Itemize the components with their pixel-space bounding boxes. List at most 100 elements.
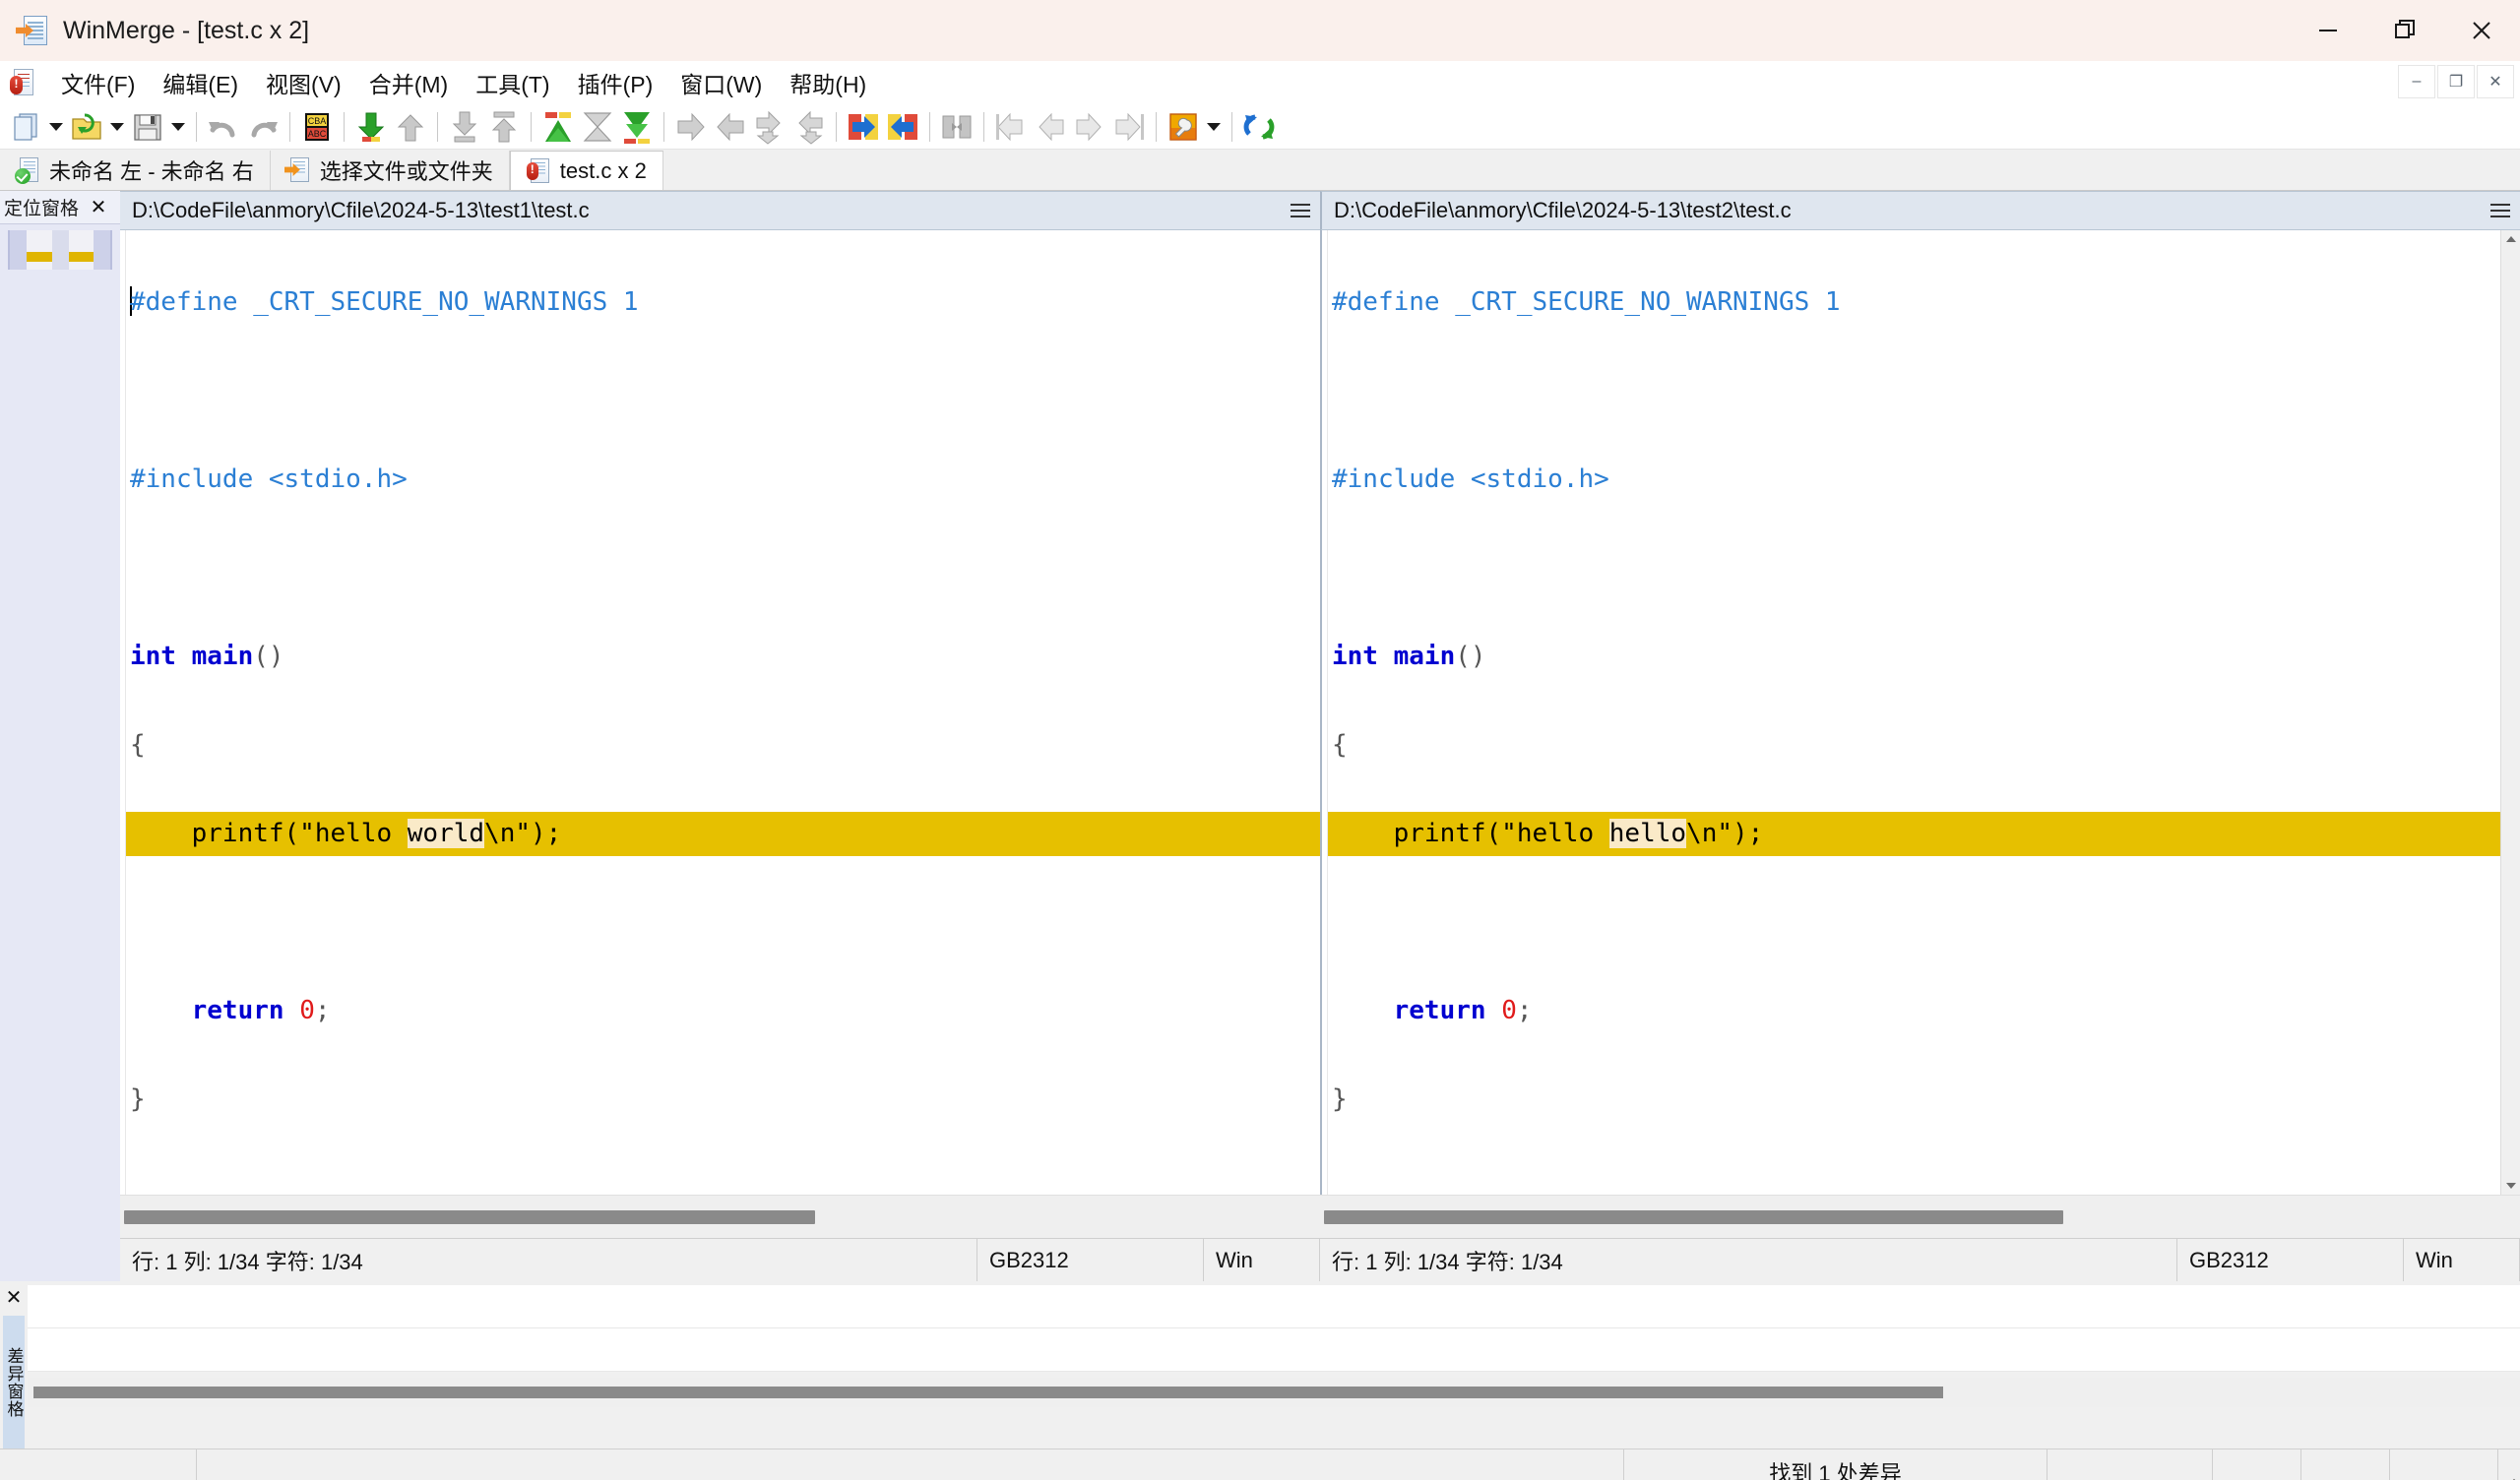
first-diff-nav-icon[interactable] bbox=[992, 108, 1030, 146]
current-difference-icon[interactable] bbox=[579, 108, 616, 146]
copy-left-up-icon[interactable] bbox=[392, 108, 429, 146]
menu-edit[interactable]: 编辑(E) bbox=[149, 61, 252, 104]
difference-horizontal-scrollbar[interactable] bbox=[28, 1378, 2520, 1407]
left-encoding[interactable]: GB2312 bbox=[977, 1239, 1204, 1281]
right-vertical-scrollbar[interactable] bbox=[2500, 230, 2520, 1195]
locator-pane: 定位窗格 ✕ bbox=[0, 191, 120, 1281]
difference-row[interactable] bbox=[28, 1328, 2520, 1372]
minimap-right[interactable] bbox=[68, 230, 94, 270]
mdi-restore-button[interactable]: ❐ bbox=[2437, 65, 2475, 98]
next-diff-nav-icon[interactable] bbox=[1071, 108, 1108, 146]
right-encoding[interactable]: GB2312 bbox=[2177, 1239, 2404, 1281]
left-eol-style[interactable]: Win bbox=[1204, 1239, 1320, 1281]
compare-text-icon[interactable]: CBA ABC bbox=[298, 108, 336, 146]
mdi-minimize-button[interactable]: – bbox=[2398, 65, 2435, 98]
first-difference-icon[interactable] bbox=[539, 108, 577, 146]
restore-button[interactable] bbox=[2366, 0, 2443, 61]
difference-pane-body bbox=[28, 1281, 2520, 1449]
next-difference-icon[interactable] bbox=[672, 108, 710, 146]
pane-menu-icon[interactable] bbox=[2481, 203, 2520, 218]
scroll-up-icon[interactable] bbox=[2501, 230, 2520, 248]
copy-right-to-icon[interactable] bbox=[446, 108, 483, 146]
resize-grip-icon[interactable] bbox=[2498, 1449, 2520, 1480]
right-file-path[interactable]: D:\CodeFile\anmory\Cfile\2024-5-13\test2… bbox=[1322, 198, 2481, 223]
tab-untitled-compare[interactable]: 未命名 左 - 未命名 右 bbox=[0, 151, 271, 190]
menu-window[interactable]: 窗口(W) bbox=[666, 61, 776, 104]
menu-help[interactable]: 帮助(H) bbox=[776, 61, 880, 104]
mdi-close-button[interactable]: ✕ bbox=[2477, 65, 2514, 98]
new-compare-icon[interactable] bbox=[7, 108, 44, 146]
close-button[interactable] bbox=[2443, 0, 2520, 61]
menu-view[interactable]: 视图(V) bbox=[252, 61, 355, 104]
menu-tools[interactable]: 工具(T) bbox=[462, 61, 563, 104]
difference-pane-close-icon[interactable]: ✕ bbox=[6, 1285, 23, 1310]
menu-plugins[interactable]: 插件(P) bbox=[564, 61, 667, 104]
right-cursor-position: 行: 1 列: 1/34 字符: 1/34 bbox=[1320, 1239, 2177, 1281]
scrollbar-thumb[interactable] bbox=[1324, 1209, 2063, 1224]
code-line: #define _CRT_SECURE_NO_WARNINGS 1 bbox=[1328, 280, 2500, 325]
scroll-down-icon[interactable] bbox=[2501, 1177, 2520, 1195]
copy-to-left-icon[interactable] bbox=[884, 108, 921, 146]
right-eol-style[interactable]: Win bbox=[2404, 1239, 2520, 1281]
copy-left-to-icon[interactable] bbox=[485, 108, 523, 146]
main-area: 定位窗格 ✕ D:\CodeFile\anmory\Cfile\2024-5-1… bbox=[0, 191, 2520, 1281]
left-file-path[interactable]: D:\CodeFile\anmory\Cfile\2024-5-13\test1… bbox=[120, 198, 1281, 223]
pane-menu-icon[interactable] bbox=[1281, 203, 1320, 218]
code-keyword: int main bbox=[130, 642, 254, 671]
scrollbar-thumb[interactable] bbox=[33, 1387, 1944, 1398]
code-keyword: return bbox=[1332, 996, 1502, 1025]
tab-label: 未命名 左 - 未命名 右 bbox=[49, 159, 254, 184]
code-line: #define _CRT_SECURE_NO_WARNINGS 1 bbox=[126, 280, 1320, 325]
checked-document-icon bbox=[15, 157, 41, 184]
locator-minimaps[interactable] bbox=[8, 230, 112, 270]
difference-row[interactable] bbox=[28, 1285, 2520, 1328]
minimap-left[interactable] bbox=[27, 230, 52, 270]
left-code-area[interactable]: #define _CRT_SECURE_NO_WARNINGS 1 #inclu… bbox=[126, 230, 1320, 1195]
previous-difference-icon[interactable] bbox=[712, 108, 749, 146]
right-code-area[interactable]: #define _CRT_SECURE_NO_WARNINGS 1 #inclu… bbox=[1328, 230, 2500, 1195]
next-conflict-icon[interactable] bbox=[751, 108, 788, 146]
code-line: int main() bbox=[1328, 635, 2500, 679]
refresh-icon[interactable] bbox=[1240, 108, 1278, 146]
tab-testc-compare[interactable]: test.c x 2 bbox=[509, 151, 663, 190]
toolbar: CBA ABC bbox=[0, 104, 2520, 150]
prev-diff-nav-icon[interactable] bbox=[1032, 108, 1069, 146]
new-compare-dropdown-icon[interactable] bbox=[45, 108, 67, 146]
difference-pane: ✕ 差异窗格 bbox=[0, 1281, 2520, 1449]
toolbar-separator bbox=[929, 111, 930, 142]
right-code-wrap: #define _CRT_SECURE_NO_WARNINGS 1 #inclu… bbox=[1320, 230, 2520, 1195]
left-file-pane: D:\CodeFile\anmory\Cfile\2024-5-13\test1… bbox=[120, 191, 1320, 1281]
left-horizontal-scrollbar[interactable] bbox=[120, 1195, 1320, 1238]
open-folder-icon[interactable] bbox=[68, 108, 105, 146]
previous-conflict-icon[interactable] bbox=[790, 108, 828, 146]
last-difference-icon[interactable] bbox=[618, 108, 656, 146]
minimap-diff-marker bbox=[27, 252, 52, 262]
save-icon[interactable] bbox=[129, 108, 166, 146]
save-dropdown-icon[interactable] bbox=[167, 108, 189, 146]
last-diff-nav-icon[interactable] bbox=[1110, 108, 1148, 146]
scrollbar-thumb[interactable] bbox=[124, 1209, 816, 1224]
menu-file[interactable]: 文件(F) bbox=[47, 61, 149, 104]
minimize-button[interactable] bbox=[2290, 0, 2366, 61]
redo-icon[interactable] bbox=[244, 108, 282, 146]
merge-both-icon[interactable] bbox=[938, 108, 976, 146]
options-icon[interactable] bbox=[1165, 108, 1202, 146]
right-horizontal-scrollbar[interactable] bbox=[1320, 1195, 2520, 1238]
options-dropdown-icon[interactable] bbox=[1203, 108, 1225, 146]
undo-icon[interactable] bbox=[205, 108, 242, 146]
locator-pane-body[interactable] bbox=[0, 224, 120, 1281]
tab-select-files[interactable]: 选择文件或文件夹 bbox=[270, 151, 510, 190]
winmerge-document-icon bbox=[16, 14, 49, 47]
code-text: printf("hello bbox=[130, 819, 408, 848]
copy-to-right-icon[interactable] bbox=[845, 108, 882, 146]
open-dropdown-icon[interactable] bbox=[106, 108, 128, 146]
winmerge-small-icon bbox=[8, 68, 37, 97]
code-text: () bbox=[1455, 642, 1486, 671]
right-status-bar: 行: 1 列: 1/34 字符: 1/34 GB2312 Win bbox=[1320, 1238, 2520, 1281]
locator-close-icon[interactable]: ✕ bbox=[85, 195, 112, 219]
copy-right-down-icon[interactable] bbox=[352, 108, 390, 146]
menu-merge[interactable]: 合并(M) bbox=[355, 61, 462, 104]
difference-pane-title[interactable]: 差异窗格 bbox=[3, 1316, 25, 1449]
toolbar-separator bbox=[531, 111, 532, 142]
